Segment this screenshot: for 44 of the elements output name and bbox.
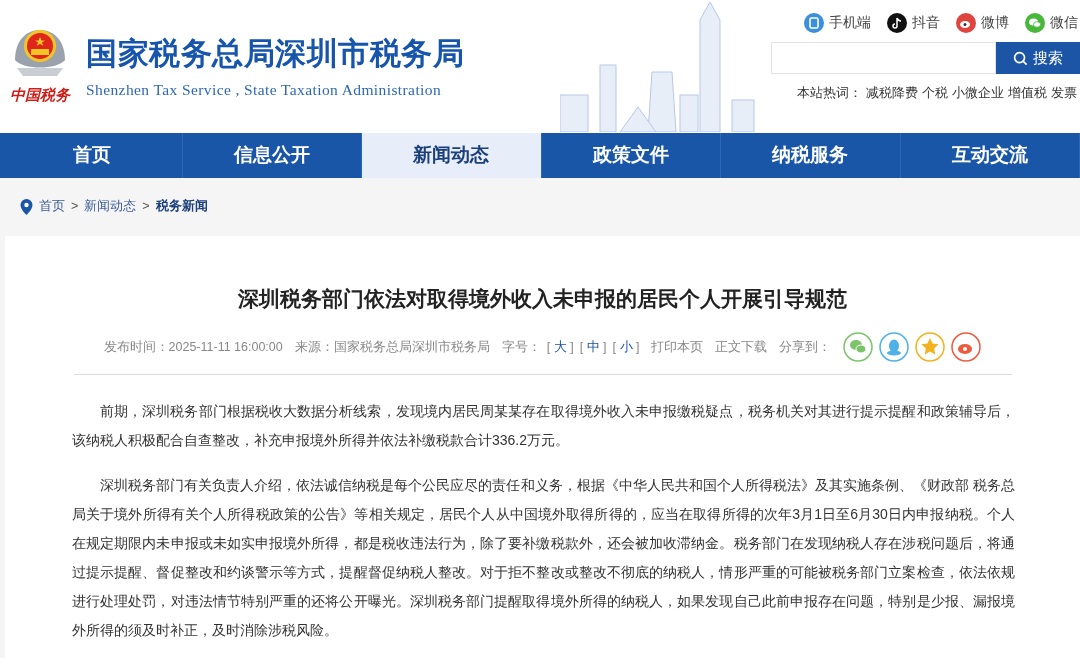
- nav-tab[interactable]: 政策文件: [541, 133, 721, 178]
- nav-tab[interactable]: 新闻动态: [362, 133, 542, 178]
- logo-text: 中国税务: [10, 86, 70, 104]
- nav-tab[interactable]: 首页: [3, 133, 183, 178]
- wechat-icon[interactable]: [843, 332, 874, 362]
- search-icon: [1013, 50, 1028, 66]
- hot-word-link[interactable]: 个税: [922, 84, 948, 103]
- breadcrumb-link[interactable]: 税务新闻: [155, 197, 208, 216]
- article-paragraph: 深圳税务部门有关负责人介绍，依法诚信纳税是每个公民应尽的责任和义务，根据《中华人民共和国个人所得税法》及其实施条例、《财政部 税务总局关于境外所得有关个人所得税政策的公告》等相关规定，居民个人从中国境外取得所得的，应当在取得所得的次年3月1日至6月30日内申报纳税。个人在规定期限内未申报或未如实申报境外所得，都是税收违法行为，除了要补缴税款外，还会被加收滞纳金。税务部门在发现纳税人存在涉税问题后，将通过提示提醒、督促整改和约谈警示等方式，提醒督促纳税人整改。对于拒不整改或整改不彻底的纳税人，情形严重的可能被税务部门立案检查，依法依规进行处理处罚，对违法情节特别严重的还将公开曝光。深圳税务部门提醒取得境外所得的纳税人，如果发现自己此前申报存在问题，特别是少报、漏报境外所得的须及时补正，及时消除涉税风险。: [72, 476, 1015, 640]
- music-note-icon: [887, 12, 907, 33]
- search-field[interactable]: [771, 42, 996, 74]
- font-size-link[interactable]: [ 小 ]: [612, 337, 640, 357]
- search-button[interactable]: 搜索: [996, 42, 1080, 74]
- penguin-icon[interactable]: [879, 332, 910, 362]
- print-link[interactable]: 打印本页: [651, 337, 704, 357]
- article-paragraph: 前期，深圳税务部门根据税收大数据分析线索，发现境内居民周某某存在取得境外收入未申报缴税疑点，税务机关对其进行提示提醒和政策辅导后，该纳税人积极配合自查整改，补充申报境外所得并依法补缴税款合计336.2万元。: [72, 402, 1015, 450]
- hot-words-label: 本站热词：: [797, 85, 862, 102]
- font-size-link[interactable]: [ 中 ]: [579, 337, 607, 357]
- wechat-icon: [1025, 12, 1045, 33]
- font-size-link[interactable]: [ 大 ]: [546, 337, 574, 357]
- breadcrumb-link[interactable]: 首页: [39, 197, 65, 216]
- site-title: 国家税务总局深圳市税务局: [86, 35, 464, 73]
- nav-tab[interactable]: 互动交流: [900, 133, 1080, 178]
- location-pin-icon: [20, 198, 33, 215]
- social-link[interactable]: 抖音: [887, 12, 940, 33]
- hot-word-link[interactable]: 增值税: [1008, 84, 1047, 103]
- breadcrumb-separator: >: [71, 198, 79, 216]
- breadcrumb-separator: >: [142, 198, 150, 216]
- article-title: 深圳税务部门依法对取得境外收入未申报的居民个人开展引导规范: [238, 286, 847, 312]
- social-link[interactable]: 手机端: [804, 12, 871, 33]
- share-label: 分享到：: [779, 338, 832, 356]
- nav-tab[interactable]: 纳税服务: [721, 133, 901, 178]
- hot-word-link[interactable]: 发票: [1051, 84, 1077, 103]
- phone-icon: [804, 12, 824, 33]
- breadcrumb-link[interactable]: 新闻动态: [84, 197, 137, 216]
- download-link[interactable]: 正文下载: [715, 337, 768, 357]
- hot-word-link[interactable]: 小微企业: [952, 84, 1004, 103]
- social-link[interactable]: 微信: [1025, 12, 1078, 33]
- hot-word-link[interactable]: 减税降费: [866, 84, 918, 103]
- font-size-label: 字号：: [501, 338, 541, 356]
- publish-date: 发布时间：2025-11-11 16:00:00: [103, 338, 283, 356]
- article-source: 来源：国家税务总局深圳市税务局: [294, 338, 490, 356]
- social-link[interactable]: 微博: [956, 12, 1009, 33]
- site-subtitle: Shenzhen Tax Service , State Taxation Administration: [86, 80, 443, 100]
